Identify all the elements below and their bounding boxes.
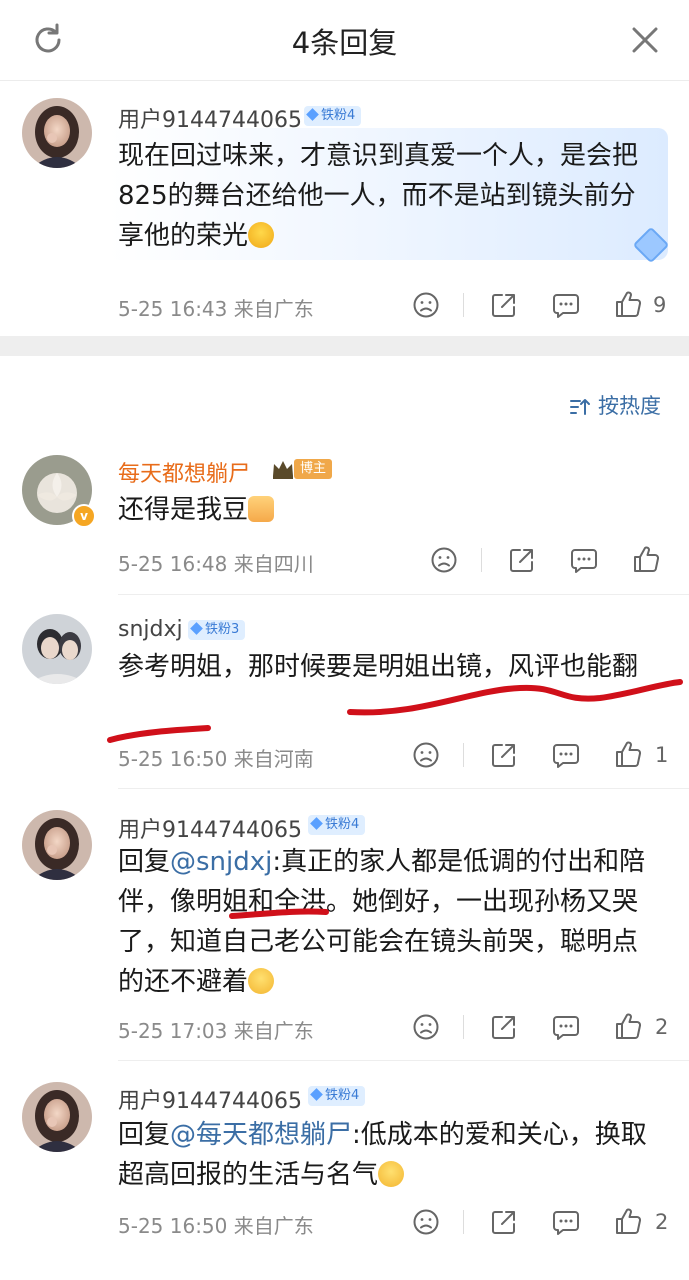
avatar[interactable] (22, 98, 92, 168)
comment-text: 还得是我豆 (118, 490, 658, 530)
avatar[interactable] (22, 1082, 92, 1152)
page-title: 4条回复 (291, 26, 398, 60)
frown-icon (411, 1207, 441, 1237)
share-button[interactable] (489, 740, 519, 770)
divider (463, 743, 464, 767)
frown-icon (411, 1012, 441, 1042)
thumb-up-icon (613, 1011, 643, 1041)
username[interactable]: snjdxj (118, 617, 183, 642)
diamond-icon (310, 817, 323, 830)
username[interactable]: 每天都想躺尸 (118, 456, 250, 488)
share-icon (489, 1012, 519, 1042)
divider (463, 293, 464, 317)
divider (118, 594, 689, 595)
thumbs-up-emoji-icon (248, 496, 275, 522)
comment-icon (569, 545, 599, 575)
comment-button[interactable] (551, 290, 581, 320)
fan-badge: 铁粉4 (304, 106, 362, 126)
avatar[interactable] (22, 810, 92, 880)
dislike-button[interactable] (429, 545, 459, 575)
divider (463, 1015, 464, 1039)
dislike-button[interactable] (411, 740, 441, 770)
fan-badge: 铁粉4 (308, 1086, 366, 1106)
sort-by-hot-button[interactable]: 按热度 (570, 390, 661, 420)
verified-badge-icon: v (72, 504, 96, 528)
like-button[interactable] (613, 289, 643, 319)
like-count: 1 (655, 743, 669, 767)
comment-text: 回复@snjdxj:真正的家人都是低调的付出和陪伴，像明姐和全洪。她倒好，一出现… (118, 847, 646, 997)
share-button[interactable] (507, 545, 537, 575)
close-icon[interactable] (627, 22, 663, 58)
crown-icon (273, 461, 293, 479)
comment-meta: 5-25 16:43 来自广东 (118, 297, 314, 321)
fan-badge: 铁粉3 (188, 620, 246, 640)
mention-link[interactable]: @每天都想躺尸 (170, 1120, 352, 1150)
share-icon (489, 1207, 519, 1237)
comment-text: 回复@每天都想躺尸:低成本的爱和关心，换取超高回报的生活与名气 (118, 1120, 647, 1190)
like-button[interactable] (613, 1011, 643, 1041)
dislike-button[interactable] (411, 1012, 441, 1042)
comment-icon (551, 290, 581, 320)
diamond-icon (190, 622, 203, 635)
section-divider (0, 336, 689, 356)
smile-emoji-icon (248, 968, 275, 994)
username[interactable]: 用户9144744065 (118, 1083, 302, 1115)
comment-text: 参考明姐，那时候要是明姐出镜，风评也能翻 (118, 652, 639, 682)
annotation-underline (107, 725, 211, 743)
dislike-button[interactable] (411, 1207, 441, 1237)
comment-icon (551, 1012, 581, 1042)
thumb-up-icon (613, 739, 643, 769)
like-count: 2 (655, 1015, 669, 1039)
fan-badge: 铁粉4 (308, 815, 366, 835)
sort-icon (570, 399, 590, 415)
frown-icon (411, 290, 441, 320)
diamond-icon (310, 1088, 323, 1101)
divider (481, 548, 482, 572)
share-icon (489, 740, 519, 770)
thumb-up-icon (613, 289, 643, 319)
share-icon (489, 290, 519, 320)
frown-icon (429, 545, 459, 575)
like-count: 2 (655, 1210, 669, 1234)
header-bar: 4条回复 (0, 0, 689, 81)
like-button[interactable] (613, 1206, 643, 1236)
share-button[interactable] (489, 290, 519, 320)
diamond-icon (306, 108, 319, 121)
frown-icon (411, 740, 441, 770)
comment-button[interactable] (569, 545, 599, 575)
comment-icon (551, 1207, 581, 1237)
share-button[interactable] (489, 1207, 519, 1237)
comment-text: 现在回过味来，才意识到真爱一个人，是会把825的舞台还给他一人，而不是站到镜头前… (118, 141, 639, 251)
comment-meta: 5-25 16:50 来自广东 (118, 1214, 314, 1238)
share-icon (507, 545, 537, 575)
comment-meta: 5-25 16:48 来自四川 (118, 552, 314, 576)
comment-icon (551, 740, 581, 770)
mention-link[interactable]: @snjdxj (170, 847, 272, 877)
comment-button[interactable] (551, 740, 581, 770)
comment-meta: 5-25 17:03 来自广东 (118, 1019, 314, 1043)
like-button[interactable] (613, 739, 643, 769)
comment-button[interactable] (551, 1012, 581, 1042)
share-button[interactable] (489, 1012, 519, 1042)
thumb-up-icon (613, 1206, 643, 1236)
divider (118, 788, 689, 789)
smile-emoji-icon (378, 1161, 405, 1187)
divider (118, 1060, 689, 1061)
username[interactable]: 用户9144744065 (118, 812, 302, 844)
avatar[interactable] (22, 614, 92, 684)
like-count: 9 (653, 293, 667, 317)
dislike-button[interactable] (411, 290, 441, 320)
thumb-up-icon (631, 544, 661, 574)
comment-button[interactable] (551, 1207, 581, 1237)
divider (463, 1210, 464, 1234)
laugh-cry-emoji-icon (248, 222, 275, 248)
comment-meta: 5-25 16:50 来自河南 (118, 747, 314, 771)
like-button[interactable] (631, 544, 661, 574)
